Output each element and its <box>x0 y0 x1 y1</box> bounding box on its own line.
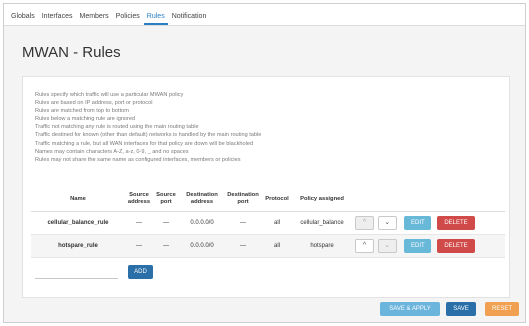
move-up-button[interactable]: ^ <box>355 215 374 230</box>
rule-source-address: — <box>125 234 153 258</box>
rule-destination-address: 0.0.0.0/0 <box>179 211 225 235</box>
description-line: Traffic matching a rule, but all WAN int… <box>35 140 254 147</box>
rule-name: hotspare_rule <box>31 234 125 258</box>
top-nav: Globals Interfaces Members Policies Rule… <box>4 4 525 26</box>
save-button[interactable]: SAVE <box>446 302 476 316</box>
move-down-button[interactable]: ⌄ <box>377 238 397 253</box>
description-line: Rules are matched from top to bottom <box>35 108 129 115</box>
rule-protocol: all <box>261 211 293 235</box>
rule-source-port: — <box>153 234 179 258</box>
header-destination-address: Destination address <box>179 187 225 212</box>
rule-destination-address: 0.0.0.0/0 <box>179 234 225 258</box>
rule-destination-port: — <box>225 234 261 258</box>
tab-members[interactable]: Members <box>76 13 111 25</box>
save-apply-button[interactable]: SAVE & APPLY <box>380 302 440 316</box>
table-row: hotspare_rule — — 0.0.0.0/0 — all hotspa… <box>31 234 505 258</box>
rules-table: Name Source address Source port Destinat… <box>31 187 505 258</box>
tab-policies[interactable]: Policies <box>113 13 143 25</box>
header-destination-port: Destination port <box>225 187 261 212</box>
description-line: Rules may not share the same name as con… <box>35 156 241 163</box>
description-line: Rules are based on IP address, port or p… <box>35 100 153 107</box>
delete-button[interactable]: DELETE <box>437 238 476 253</box>
description-line: Traffic destined for known (other than d… <box>35 132 262 139</box>
table-row: cellular_balance_rule — — 0.0.0.0/0 — al… <box>31 211 505 235</box>
app-frame: Globals Interfaces Members Policies Rule… <box>3 3 526 323</box>
rule-protocol: all <box>261 234 293 258</box>
page-title: MWAN - Rules <box>22 44 121 61</box>
reset-button[interactable]: RESET <box>485 302 519 316</box>
description-line: Traffic not matching any rule is routed … <box>35 124 199 131</box>
rule-source-port: — <box>153 211 179 235</box>
description-line: Rules below a matching rule are ignored <box>35 116 136 123</box>
new-rule-name-input[interactable] <box>35 269 118 279</box>
row-actions: ^ ⌄ EDIT DELETE <box>351 211 505 235</box>
footer-actions: SAVE & APPLY SAVE RESET <box>4 302 525 324</box>
rules-panel: Rules specify which traffic will use a p… <box>22 76 510 298</box>
header-protocol: Protocol <box>261 187 293 212</box>
edit-button[interactable]: EDIT <box>404 215 432 230</box>
tab-rules[interactable]: Rules <box>143 13 168 25</box>
header-source-address: Source address <box>125 187 153 212</box>
table-header-row: Name Source address Source port Destinat… <box>31 187 505 212</box>
delete-button[interactable]: DELETE <box>437 215 476 230</box>
header-policy-assigned: Policy assigned <box>293 187 351 212</box>
tab-interfaces[interactable]: Interfaces <box>39 13 76 25</box>
row-actions: ^ ⌄ EDIT DELETE <box>351 234 505 258</box>
edit-button[interactable]: EDIT <box>404 238 432 253</box>
rules-description: Rules specify which traffic will use a p… <box>35 91 495 164</box>
header-name: Name <box>31 187 125 212</box>
rule-source-address: — <box>125 211 153 235</box>
move-up-button[interactable]: ^ <box>355 238 374 253</box>
tab-globals[interactable]: Globals <box>8 13 38 25</box>
add-button[interactable]: ADD <box>128 265 153 279</box>
move-down-button[interactable]: ⌄ <box>377 215 397 230</box>
rule-name: cellular_balance_rule <box>31 211 125 235</box>
header-actions <box>351 187 505 212</box>
description-line: Names may contain characters A-Z, a-z, 0… <box>35 148 189 155</box>
rule-destination-port: — <box>225 211 261 235</box>
rule-policy: cellular_balance <box>293 211 351 235</box>
tab-notification[interactable]: Notification <box>169 13 210 25</box>
add-rule-row: ADD <box>35 265 153 279</box>
description-line: Rules specify which traffic will use a p… <box>35 92 184 98</box>
rule-policy: hotspare <box>293 234 351 258</box>
header-source-port: Source port <box>153 187 179 212</box>
